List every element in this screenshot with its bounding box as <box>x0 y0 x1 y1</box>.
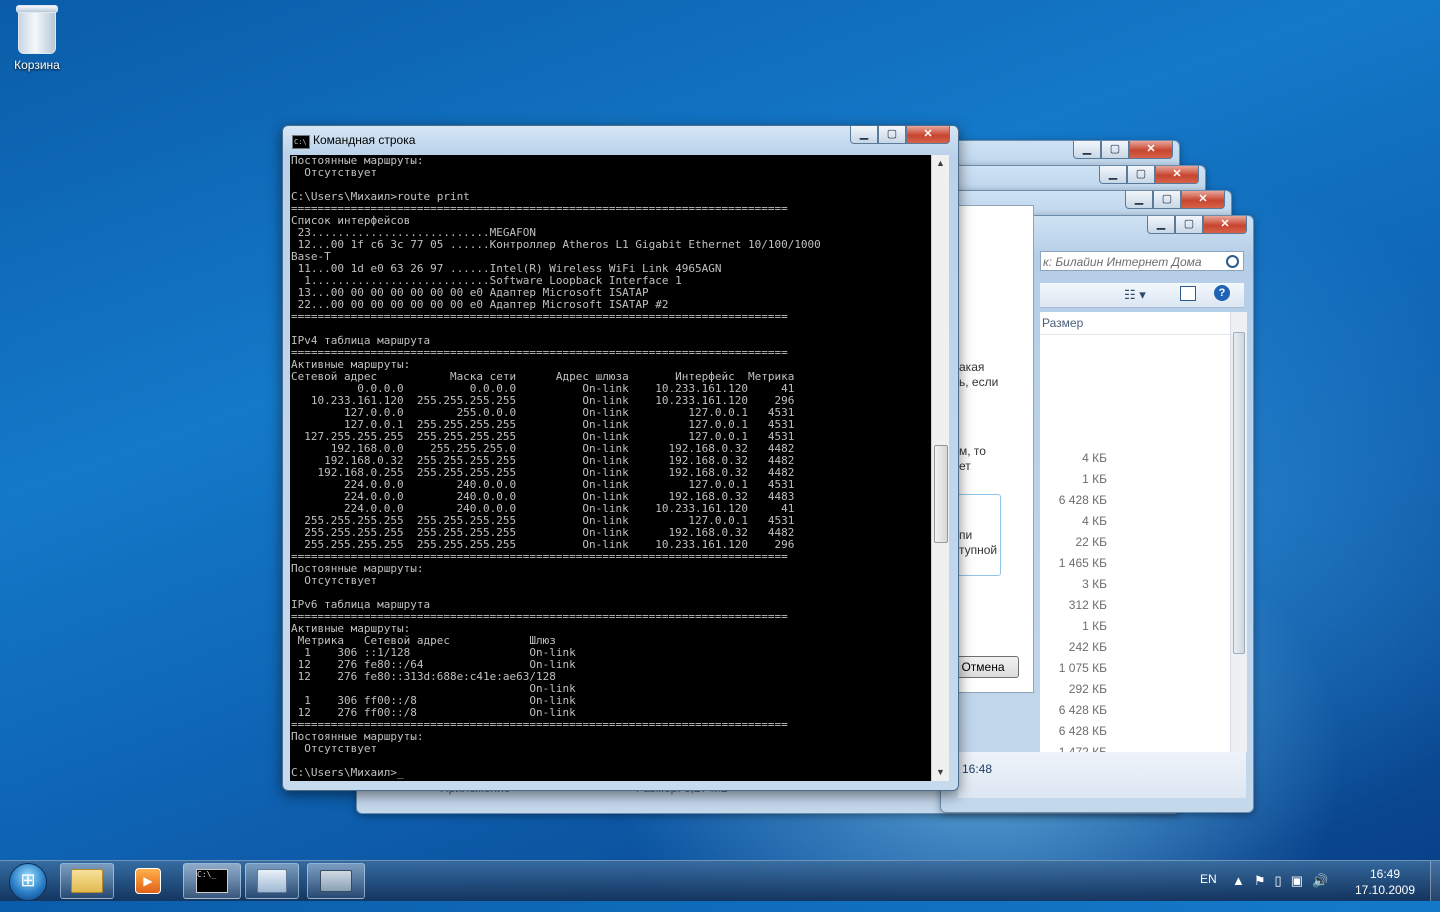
taskbar: ▶ C:\_ EN ▲ ⚑ ▯ ▣ 🔊 16:49 17.10.2009 <box>0 860 1440 901</box>
language-indicator[interactable]: EN <box>1200 872 1217 912</box>
status-time: 16:48 <box>962 762 993 776</box>
console-icon: C:\ <box>292 135 310 149</box>
file-size-cell: 4 КБ <box>1082 451 1107 465</box>
trash-icon <box>16 5 58 54</box>
view-options-icon[interactable]: ☷ ▾ <box>1124 287 1146 303</box>
explorer-toolbar: ☷ ▾ ? <box>1040 283 1244 308</box>
size-column-header[interactable]: Размер <box>1040 312 1236 335</box>
file-size-cell: 1 КБ <box>1082 472 1107 486</box>
file-size-cell: 6 428 КБ <box>1058 493 1107 507</box>
start-button[interactable] <box>2 861 54 901</box>
file-size-cell: 292 КБ <box>1068 682 1107 696</box>
show-desktop-button[interactable] <box>1430 861 1440 901</box>
console-scrollbar[interactable]: ▲ ▼ <box>931 155 949 781</box>
taskbar-network-button[interactable] <box>245 863 299 899</box>
file-size-cell: 1 075 КБ <box>1058 661 1107 675</box>
close-button[interactable]: ✕ <box>1181 191 1225 209</box>
file-size-cell: 1 472 КБ <box>1058 745 1107 752</box>
console-cursor: _ <box>396 766 404 779</box>
help-icon[interactable]: ? <box>1214 285 1230 301</box>
file-size-cell: 22 КБ <box>1075 535 1107 549</box>
dialog-text: акая <box>959 360 985 374</box>
file-size-cell: 1 КБ <box>1082 619 1107 633</box>
show-hidden-icons-icon[interactable]: ▲ <box>1232 873 1245 889</box>
close-button[interactable]: ✕ <box>1155 166 1199 184</box>
windows-logo-icon <box>9 863 47 901</box>
scroll-thumb[interactable] <box>1233 332 1245 654</box>
search-icon[interactable] <box>1226 255 1239 268</box>
media-player-icon: ▶ <box>135 868 161 894</box>
file-size-cell: 312 КБ <box>1068 598 1107 612</box>
window-title: Командная строка <box>313 133 416 147</box>
file-size-cell: 1 465 КБ <box>1058 556 1107 570</box>
maximize-button[interactable]: ▢ <box>878 126 906 144</box>
file-size-cell: 4 КБ <box>1082 514 1107 528</box>
clock[interactable]: 16:49 17.10.2009 <box>1350 866 1420 898</box>
file-list[interactable]: Размер 4 КБ 1 КБ 6 428 КБ 4 КБ 22 КБ 1 465 КБ… <box>1040 312 1236 752</box>
dialog-text: ет <box>959 459 971 473</box>
file-size-cell: 3 КБ <box>1082 577 1107 591</box>
close-button[interactable]: ✕ <box>1129 141 1173 159</box>
maximize-button[interactable]: ▢ <box>1175 216 1203 234</box>
console-text: Постоянные маршруты: Отсутствует C:\User… <box>291 155 821 779</box>
explorer-scrollbar[interactable] <box>1230 312 1247 752</box>
close-button[interactable]: ✕ <box>906 126 950 144</box>
search-input[interactable]: к: Билайин Интернет Дома <box>1040 251 1244 271</box>
maximize-button[interactable]: ▢ <box>1153 191 1181 209</box>
taskbar-explorer-button[interactable] <box>60 863 114 899</box>
network-icon[interactable]: ▣ <box>1291 873 1303 889</box>
command-prompt-window[interactable]: C:\ Командная строка ▁ ▢ ✕ Постоянные ма… <box>282 125 959 791</box>
preview-pane-icon[interactable] <box>1180 286 1196 301</box>
minimize-button[interactable]: ▁ <box>1099 166 1127 184</box>
maximize-button[interactable]: ▢ <box>1127 166 1155 184</box>
console-icon: C:\_ <box>196 869 228 893</box>
dialog-text: тупной <box>959 543 998 557</box>
scroll-up-arrow-icon[interactable]: ▲ <box>932 155 949 172</box>
minimize-button[interactable]: ▁ <box>1147 216 1175 234</box>
folder-icon <box>71 869 103 893</box>
file-size-cell: 242 КБ <box>1068 640 1107 654</box>
window-icon <box>320 870 352 892</box>
minimize-button[interactable]: ▁ <box>850 126 878 144</box>
dialog-text: ь, если <box>959 375 999 389</box>
taskbar-media-player-button[interactable]: ▶ <box>121 863 175 899</box>
taskbar-cmd-button[interactable]: C:\_ <box>183 863 241 899</box>
dialog-window: акая ь, если м, то ет пи тупной Отмена <box>947 205 1034 693</box>
taskbar-window-button[interactable] <box>307 863 365 899</box>
clock-time: 16:49 <box>1369 867 1401 881</box>
dialog-text: пи <box>959 528 973 542</box>
scroll-down-arrow-icon[interactable]: ▼ <box>932 764 949 781</box>
recycle-bin-label: Корзина <box>14 58 60 72</box>
search-placeholder: к: Билайин Интернет Дома <box>1043 255 1202 269</box>
volume-icon[interactable]: 🔊 <box>1312 873 1328 889</box>
network-center-icon <box>257 869 287 893</box>
file-size-cell: 6 428 КБ <box>1058 703 1107 717</box>
power-icon[interactable]: ▯ <box>1275 873 1282 889</box>
clock-date: 17.10.2009 <box>1354 883 1416 897</box>
minimize-button[interactable]: ▁ <box>1073 141 1101 159</box>
action-center-flag-icon[interactable]: ⚑ <box>1254 873 1266 889</box>
maximize-button[interactable]: ▢ <box>1101 141 1129 159</box>
explorer-status-bar: 16:48 <box>958 752 1246 798</box>
scroll-thumb[interactable] <box>934 445 948 543</box>
dialog-text: м, то <box>959 444 986 458</box>
recycle-bin-icon[interactable]: Корзина <box>8 5 66 72</box>
console-output[interactable]: Постоянные маршруты: Отсутствует C:\User… <box>290 155 931 781</box>
file-size-cell: 6 428 КБ <box>1058 724 1107 738</box>
close-button[interactable]: ✕ <box>1203 216 1247 234</box>
minimize-button[interactable]: ▁ <box>1125 191 1153 209</box>
